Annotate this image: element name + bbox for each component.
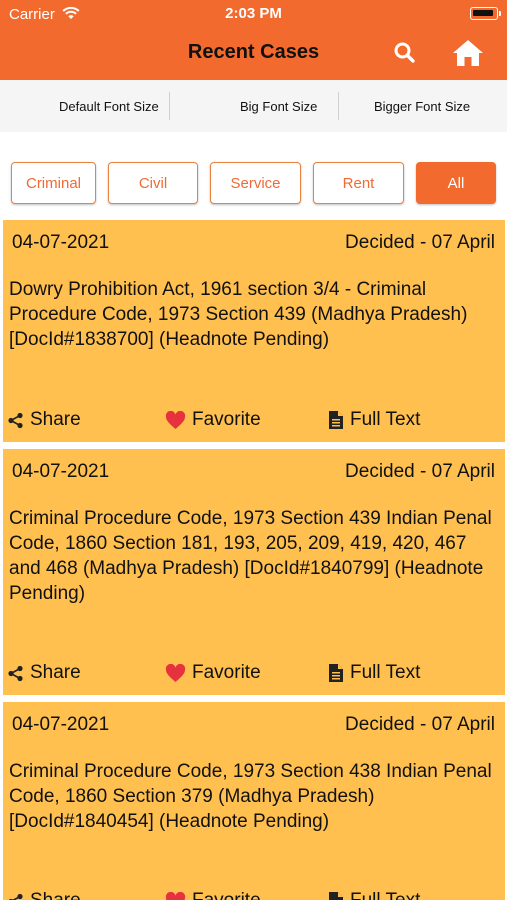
filter-civil[interactable]: Civil (108, 162, 198, 204)
favorite-label: Favorite (192, 662, 261, 683)
case-date: 04-07-2021 (12, 461, 110, 482)
case-card[interactable]: 04-07-2021 Decided - 07 April Dowry Proh… (3, 220, 505, 442)
home-icon (453, 40, 483, 66)
full-text-button[interactable]: Full Text (328, 662, 420, 684)
share-icon (8, 665, 23, 681)
share-label: Share (30, 890, 81, 900)
share-label: Share (30, 662, 81, 683)
search-button[interactable] (392, 40, 418, 66)
divider (338, 92, 339, 120)
favorite-label: Favorite (192, 409, 261, 430)
document-icon (329, 411, 343, 429)
case-status: Decided - 07 April (345, 461, 495, 482)
full-text-button[interactable]: Full Text (328, 409, 420, 431)
case-card[interactable]: 04-07-2021 Decided - 07 April Criminal P… (3, 702, 505, 900)
case-status: Decided - 07 April (345, 232, 495, 253)
full-text-label: Full Text (350, 409, 421, 430)
full-text-button[interactable]: Full Text (328, 890, 420, 900)
status-bar: Carrier 2:03 PM (0, 0, 507, 28)
home-button[interactable] (451, 38, 485, 68)
clock: 2:03 PM (225, 5, 282, 22)
favorite-button[interactable]: Favorite (165, 662, 261, 684)
case-date: 04-07-2021 (12, 232, 110, 253)
share-icon (8, 412, 23, 428)
divider (169, 92, 170, 120)
heart-icon (165, 410, 186, 429)
app-header: Carrier 2:03 PM Recent Cases (0, 0, 507, 80)
case-date: 04-07-2021 (12, 714, 110, 735)
share-button[interactable]: Share (7, 409, 81, 431)
font-size-bar: Default Font Size Big Font Size Bigger F… (0, 80, 507, 132)
bigger-font-size-button[interactable]: Bigger Font Size (374, 99, 470, 114)
heart-icon (165, 891, 186, 900)
full-text-label: Full Text (350, 890, 420, 900)
share-icon (8, 893, 23, 900)
document-icon (329, 892, 343, 900)
battery-icon (470, 7, 501, 20)
filter-all[interactable]: All (416, 162, 496, 204)
filter-criminal[interactable]: Criminal (11, 162, 96, 204)
big-font-size-button[interactable]: Big Font Size (240, 99, 317, 114)
case-description: Dowry Prohibition Act, 1961 section 3/4 … (9, 279, 468, 350)
heart-icon (165, 663, 186, 682)
document-icon (329, 664, 343, 682)
case-card[interactable]: 04-07-2021 Decided - 07 April Criminal P… (3, 449, 505, 695)
favorite-label: Favorite (192, 890, 261, 900)
filter-rent[interactable]: Rent (313, 162, 404, 204)
category-filter-bar: Criminal Civil Service Rent All (0, 162, 507, 206)
full-text-label: Full Text (350, 662, 421, 683)
search-icon (394, 42, 415, 63)
favorite-button[interactable]: Favorite (165, 890, 261, 900)
share-button[interactable]: Share (7, 662, 81, 684)
share-label: Share (30, 409, 81, 430)
page-title: Recent Cases (187, 41, 320, 63)
filter-service[interactable]: Service (210, 162, 301, 204)
case-status: Decided - 07 April (345, 714, 495, 735)
default-font-size-button[interactable]: Default Font Size (59, 99, 159, 114)
case-description: Criminal Procedure Code, 1973 Section 43… (9, 508, 492, 604)
case-description: Criminal Procedure Code, 1973 Section 43… (9, 761, 492, 832)
favorite-button[interactable]: Favorite (165, 409, 261, 431)
share-button[interactable]: Share (7, 890, 81, 900)
